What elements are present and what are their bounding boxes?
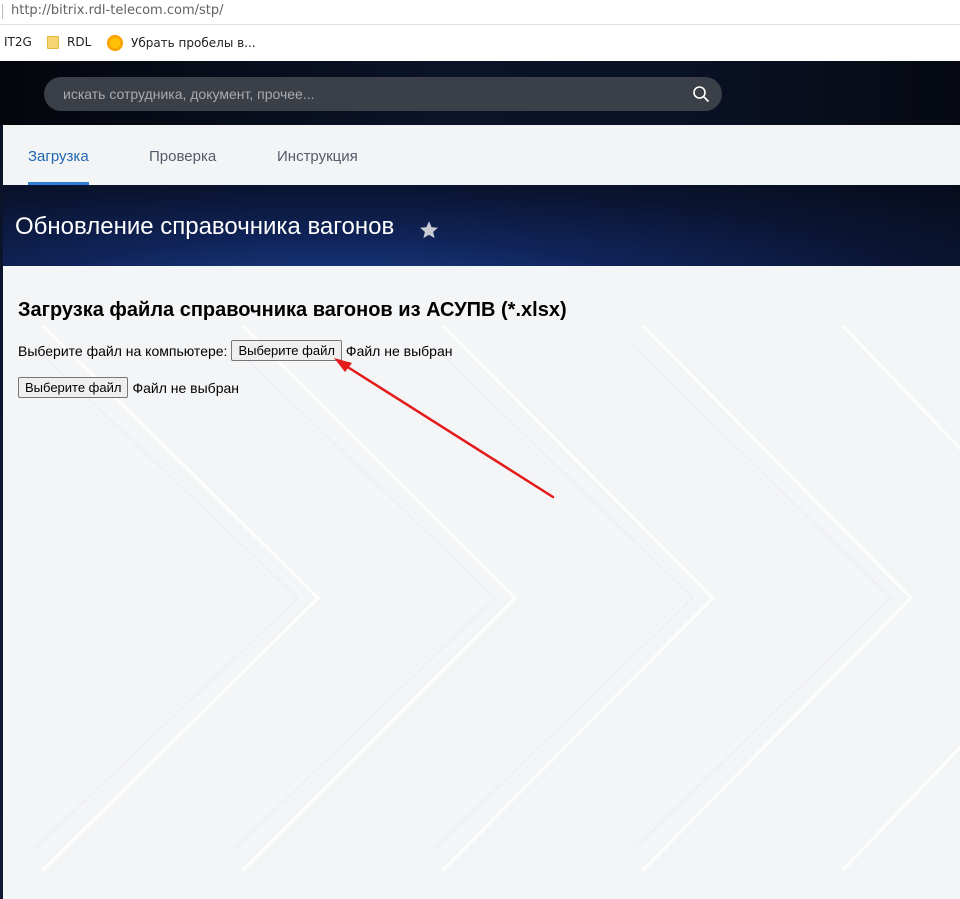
folder-icon (47, 35, 59, 49)
tab-upload[interactable]: Загрузка (28, 125, 89, 185)
favorite-star-icon[interactable] (418, 219, 440, 241)
file-upload-label: Выберите файл на компьютере: (18, 342, 228, 359)
file-status-2: Файл не выбран (132, 379, 240, 396)
search-icon[interactable] (692, 85, 710, 103)
tab-instruction[interactable]: Инструкция (277, 125, 358, 185)
bookmarks-bar: IT2G RDL Убрать пробелы в... (0, 25, 960, 61)
bookmark-label: IT2G (4, 35, 32, 49)
file-upload-row-2: Выберите файл Файл не выбран (18, 377, 239, 398)
page-title-band: Обновление справочника вагонов (3, 185, 960, 266)
file-upload-row-1: Выберите файл на компьютере: Выберите фа… (18, 340, 452, 361)
section-heading: Загрузка файла справочника вагонов из АС… (18, 299, 567, 321)
tab-bar: Загрузка Проверка Инструкция (3, 125, 960, 185)
bookmark-label: RDL (67, 35, 92, 49)
content-area: Загрузка файла справочника вагонов из АС… (3, 266, 960, 899)
bookmark-remove-spaces[interactable]: Убрать пробелы в... (107, 35, 256, 51)
circle-icon (107, 35, 123, 51)
search-box[interactable] (44, 77, 722, 111)
address-url[interactable]: http://bitrix.rdl-telecom.com/stp/ (11, 3, 224, 18)
bookmark-rdl[interactable]: RDL (47, 35, 91, 49)
tab-check[interactable]: Проверка (149, 125, 216, 185)
file-status-1: Файл не выбран (345, 342, 453, 359)
choose-file-button-1[interactable]: Выберите файл (231, 340, 342, 361)
page-title: Обновление справочника вагонов (15, 213, 395, 240)
address-caret (2, 4, 3, 19)
bookmark-label: Убрать пробелы в... (131, 36, 256, 50)
choose-file-button-2[interactable]: Выберите файл (18, 377, 129, 398)
portal-header (0, 61, 960, 125)
search-input[interactable] (44, 77, 722, 111)
bookmark-it2g[interactable]: IT2G (4, 35, 32, 49)
address-bar[interactable]: http://bitrix.rdl-telecom.com/stp/ (0, 0, 960, 25)
